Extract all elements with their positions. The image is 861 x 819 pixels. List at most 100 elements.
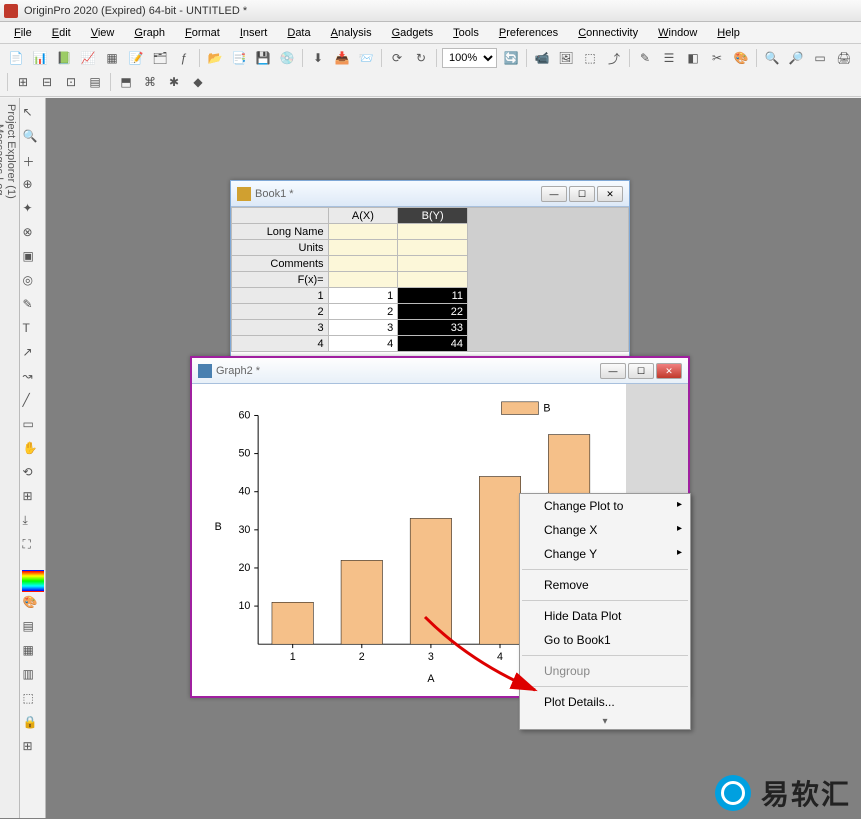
window-c-icon[interactable]: ⊡ <box>60 71 82 93</box>
reader-icon[interactable]: 🔎 <box>785 47 807 69</box>
screen-reader-icon[interactable]: ⊕ <box>22 176 44 198</box>
close-button[interactable]: ✕ <box>597 186 623 202</box>
menu-connectivity[interactable]: Connectivity <box>570 25 646 41</box>
refresh-icon[interactable]: 🔄 <box>500 47 522 69</box>
menu-tools[interactable]: Tools <box>445 25 487 41</box>
matrix-icon[interactable]: ⬚ <box>22 690 44 712</box>
pointer-tool-icon[interactable]: ↖ <box>22 104 44 126</box>
close-button[interactable]: ✕ <box>656 363 682 379</box>
menu-view[interactable]: View <box>83 25 123 41</box>
graph-titlebar[interactable]: Graph2 * — ☐ ✕ <box>192 358 688 384</box>
cell[interactable]: 22 <box>398 304 468 320</box>
col-a-header[interactable]: A(X) <box>328 208 398 224</box>
context-menu[interactable]: Change Plot toChange XChange YRemoveHide… <box>519 493 691 730</box>
cursor-icon[interactable]: ⊗ <box>22 224 44 246</box>
cell[interactable]: 1 <box>328 288 398 304</box>
menu-edit[interactable]: Edit <box>44 25 79 41</box>
script-icon[interactable]: ⌘ <box>139 71 161 93</box>
new-notes-icon[interactable]: 📝 <box>125 47 147 69</box>
layout-icon[interactable]: ⬚ <box>579 47 601 69</box>
menu-format[interactable]: Format <box>177 25 228 41</box>
side-tab-messages-log[interactable]: Messages Log <box>0 124 5 812</box>
tool-c-icon[interactable]: ◧ <box>682 47 704 69</box>
menu-window[interactable]: Window <box>650 25 705 41</box>
worksheet-icon[interactable]: ▦ <box>22 642 44 664</box>
batch-icon[interactable]: ⟳ <box>386 47 408 69</box>
menu-gadgets[interactable]: Gadgets <box>384 25 442 41</box>
labtalk-icon[interactable]: ✱ <box>163 71 185 93</box>
minimize-button[interactable]: — <box>541 186 567 202</box>
extract-icon[interactable]: ⤓ <box>22 512 44 534</box>
ctx-change-y[interactable]: Change Y <box>520 542 690 566</box>
addcol-icon[interactable]: ⬒ <box>115 71 137 93</box>
grid-icon[interactable]: ⊞ <box>22 738 44 760</box>
ctx-go-to-book1[interactable]: Go to Book1 <box>520 628 690 652</box>
rotate-icon[interactable]: ⟲ <box>22 464 44 486</box>
book-titlebar[interactable]: Book1 * — ☐ ✕ <box>231 181 629 207</box>
new-function-icon[interactable]: ƒ <box>173 47 195 69</box>
row-fx[interactable]: F(x)= <box>232 272 329 288</box>
selection-icon[interactable]: ▣ <box>22 248 44 270</box>
reader-tool-icon[interactable]: ＋ <box>22 152 44 174</box>
import-single-icon[interactable]: 📥 <box>331 47 353 69</box>
import-wizard-icon[interactable]: ⬇ <box>307 47 329 69</box>
minimize-button[interactable]: — <box>600 363 626 379</box>
menu-file[interactable]: File <box>6 25 40 41</box>
row-comments[interactable]: Comments <box>232 256 329 272</box>
lock-icon[interactable]: 🔒 <box>22 714 44 736</box>
menu-help[interactable]: Help <box>709 25 748 41</box>
ctx-expand[interactable]: ▾ <box>520 714 690 729</box>
window-b-icon[interactable]: ⊟ <box>36 71 58 93</box>
curved-arrow-icon[interactable]: ↝ <box>22 368 44 390</box>
data-table[interactable]: A(X) B(Y) Long Name Units Comments F(x)=… <box>231 207 629 352</box>
print-icon[interactable]: 🖨 <box>833 47 855 69</box>
side-tab-project-explorer[interactable]: Project Explorer (1) <box>5 104 17 812</box>
cell[interactable]: 2 <box>328 304 398 320</box>
cell[interactable]: 4 <box>328 336 398 352</box>
magnify-icon[interactable]: 🔍 <box>761 47 783 69</box>
row-num[interactable]: 1 <box>232 288 329 304</box>
side-tabs[interactable]: Project Explorer (1) Messages Log Smart … <box>0 98 20 818</box>
book-window[interactable]: Book1 * — ☐ ✕ A(X) B(Y) Long Name Units … <box>230 180 630 360</box>
col-b-header[interactable]: B(Y) <box>398 208 468 224</box>
row-units[interactable]: Units <box>232 240 329 256</box>
line-tool-icon[interactable]: ╱ <box>22 392 44 414</box>
menu-data[interactable]: Data <box>279 25 318 41</box>
save-template-icon[interactable]: 💿 <box>276 47 298 69</box>
tool-a-icon[interactable]: ✎ <box>634 47 656 69</box>
digitizer-icon[interactable]: ◆ <box>187 71 209 93</box>
ctx-ungroup[interactable]: Ungroup <box>520 659 690 683</box>
zoom-tool-icon[interactable]: 🔍 <box>22 128 44 150</box>
import-multi-icon[interactable]: 📨 <box>355 47 377 69</box>
cell[interactable]: 3 <box>328 320 398 336</box>
row-num[interactable]: 3 <box>232 320 329 336</box>
region-icon[interactable]: ▭ <box>809 47 831 69</box>
annotation-icon[interactable]: ✦ <box>22 200 44 222</box>
tool-e-icon[interactable]: 🎨 <box>730 47 752 69</box>
window-a-icon[interactable]: ⊞ <box>12 71 34 93</box>
colormap-icon[interactable] <box>22 570 44 592</box>
rect-tool-icon[interactable]: ▭ <box>22 416 44 438</box>
ctx-hide-data-plot[interactable]: Hide Data Plot <box>520 604 690 628</box>
graph-theme-icon[interactable]: ▤ <box>22 618 44 640</box>
row-longname[interactable]: Long Name <box>232 224 329 240</box>
cell[interactable]: 11 <box>398 288 468 304</box>
maximize-button[interactable]: ☐ <box>628 363 654 379</box>
save-icon[interactable]: 💾 <box>252 47 274 69</box>
mask-icon[interactable]: ◎ <box>22 272 44 294</box>
ctx-plot-details-[interactable]: Plot Details... <box>520 690 690 714</box>
new-layout-icon[interactable]: 🗂 <box>149 47 171 69</box>
ctx-change-plot-to[interactable]: Change Plot to <box>520 494 690 518</box>
slide-icon[interactable]: 🖼 <box>555 47 577 69</box>
insert-icon[interactable]: ⊞ <box>22 488 44 510</box>
draw-icon[interactable]: ✎ <box>22 296 44 318</box>
new-matrix-icon[interactable]: ▦ <box>101 47 123 69</box>
menu-insert[interactable]: Insert <box>232 25 276 41</box>
window-d-icon[interactable]: ▤ <box>84 71 106 93</box>
open-template-icon[interactable]: 📑 <box>228 47 250 69</box>
recalc-icon[interactable]: ↻ <box>410 47 432 69</box>
tool-d-icon[interactable]: ✂ <box>706 47 728 69</box>
ctx-remove[interactable]: Remove <box>520 573 690 597</box>
row-num[interactable]: 4 <box>232 336 329 352</box>
new-graph-icon[interactable]: 📈 <box>77 47 99 69</box>
